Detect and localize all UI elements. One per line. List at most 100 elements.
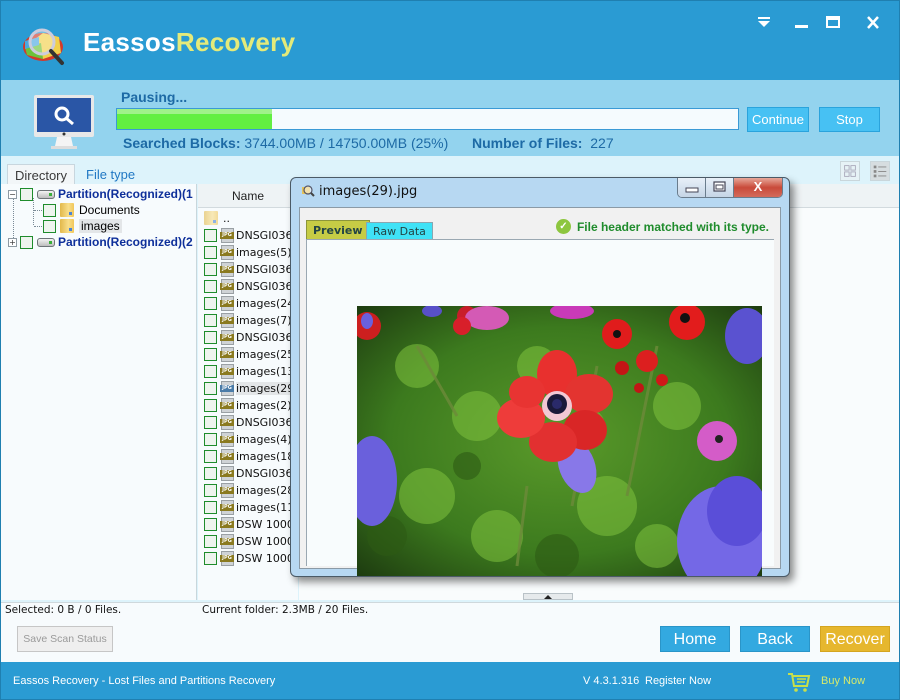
jpg-file-icon: JPG bbox=[220, 227, 234, 243]
checkbox[interactable] bbox=[204, 296, 217, 310]
file-row[interactable]: JPG DNSGI0368 bbox=[204, 278, 298, 294]
tree-item-partition-2[interactable]: + Partition(Recognized)(2 bbox=[8, 234, 193, 250]
file-row[interactable]: JPG DNSGI0368 bbox=[204, 465, 298, 481]
file-name: DNSGI0368 bbox=[236, 466, 298, 480]
file-row[interactable]: JPG DNSGI0368 bbox=[204, 227, 298, 243]
file-row[interactable]: JPG DNSGI0368 bbox=[204, 329, 298, 345]
file-name: DNSGI0368 bbox=[236, 415, 298, 429]
column-header-name[interactable]: Name bbox=[198, 184, 298, 208]
file-name: images(28) bbox=[236, 483, 298, 497]
dialog-close-button[interactable]: X bbox=[734, 178, 782, 197]
close-icon: X bbox=[753, 179, 763, 194]
home-button[interactable]: Home bbox=[660, 626, 730, 652]
jpg-file-icon: JPG bbox=[220, 312, 234, 328]
checkbox[interactable] bbox=[204, 415, 217, 429]
thumbnail-view-button[interactable] bbox=[840, 161, 860, 181]
checkbox[interactable] bbox=[204, 245, 217, 259]
file-name: images(18) bbox=[236, 449, 298, 463]
checkbox[interactable] bbox=[204, 466, 217, 480]
file-row[interactable]: JPG images(29) bbox=[204, 380, 298, 396]
register-now-link[interactable]: Register Now bbox=[645, 675, 711, 687]
file-row[interactable]: JPG DSW 10001 bbox=[204, 516, 298, 532]
list-view-icon bbox=[873, 165, 887, 178]
file-row[interactable]: JPG images(13) bbox=[204, 363, 298, 379]
file-row[interactable]: JPG images(2).j bbox=[204, 397, 298, 413]
save-scan-status-button[interactable]: Save Scan Status bbox=[17, 626, 113, 652]
jpg-file-icon: JPG bbox=[220, 261, 234, 277]
file-row[interactable]: JPG images(7).j bbox=[204, 312, 298, 328]
scan-status-panel: Pausing... Searched Blocks: 3744.00MB / … bbox=[0, 80, 900, 156]
checkbox[interactable] bbox=[204, 262, 217, 276]
scan-progress-fill bbox=[117, 109, 273, 129]
dialog-title: images(29).jpg bbox=[319, 184, 418, 199]
title-bar: EassosRecovery bbox=[0, 0, 900, 80]
tab-directory[interactable]: Directory bbox=[7, 164, 76, 186]
file-list: Name .. JPG DNSGI0368 JPG images(5).j JPG DNS… bbox=[198, 184, 298, 600]
file-row[interactable]: JPG DSW 10001 bbox=[204, 533, 298, 549]
checkbox[interactable] bbox=[43, 203, 56, 217]
stop-button[interactable]: Stop bbox=[819, 107, 880, 132]
tree-item-images[interactable]: images bbox=[43, 218, 122, 234]
file-row[interactable]: JPG images(5).j bbox=[204, 244, 298, 260]
dialog-body: Preview Raw Data ✓ File header matched w… bbox=[299, 207, 781, 576]
tree-item-documents[interactable]: Documents bbox=[43, 202, 140, 218]
checkbox[interactable] bbox=[204, 432, 217, 446]
file-row[interactable]: JPG DNSGI0368 bbox=[204, 414, 298, 430]
file-row[interactable]: JPG images(4).j bbox=[204, 431, 298, 447]
file-name: images(11) bbox=[236, 500, 298, 514]
shopping-cart-icon[interactable] bbox=[787, 671, 811, 693]
list-view-button[interactable] bbox=[870, 161, 890, 181]
checkbox[interactable] bbox=[20, 187, 33, 201]
checkbox[interactable] bbox=[204, 398, 217, 412]
collapse-icon[interactable]: − bbox=[8, 189, 17, 199]
minimize-button[interactable] bbox=[788, 11, 814, 35]
maximize-button[interactable] bbox=[820, 11, 846, 35]
continue-button[interactable]: Continue bbox=[747, 107, 809, 132]
back-button[interactable]: Back bbox=[740, 626, 810, 652]
tab-file-type[interactable]: File type bbox=[79, 164, 142, 186]
checkbox[interactable] bbox=[43, 219, 56, 233]
searched-blocks: Searched Blocks: 3744.00MB / 14750.00MB … bbox=[123, 135, 449, 151]
tab-raw-data[interactable]: Raw Data bbox=[366, 222, 433, 239]
checkbox[interactable] bbox=[204, 500, 217, 514]
file-name: DNSGI0368 bbox=[236, 330, 298, 344]
jpg-file-icon: JPG bbox=[220, 414, 234, 430]
file-row[interactable]: JPG images(18) bbox=[204, 448, 298, 464]
jpg-file-icon: JPG bbox=[220, 278, 234, 294]
checkbox[interactable] bbox=[204, 313, 217, 327]
checkbox[interactable] bbox=[204, 381, 217, 395]
checkbox[interactable] bbox=[204, 347, 217, 361]
file-name: DSW 10001 bbox=[236, 551, 298, 565]
dialog-minimize-button[interactable] bbox=[678, 178, 706, 197]
tab-preview[interactable]: Preview bbox=[306, 220, 370, 239]
buy-now-link[interactable]: Buy Now bbox=[821, 675, 865, 687]
preview-content-area bbox=[306, 239, 774, 576]
checkbox[interactable] bbox=[204, 517, 217, 531]
parent-folder-row[interactable]: .. bbox=[204, 210, 230, 226]
checkbox[interactable] bbox=[204, 449, 217, 463]
checkbox[interactable] bbox=[204, 483, 217, 497]
tree-item-partition-1[interactable]: − Partition(Recognized)(1 bbox=[8, 186, 193, 202]
file-row[interactable]: JPG DSW 10001 bbox=[204, 550, 298, 566]
checkbox[interactable] bbox=[204, 534, 217, 548]
file-row[interactable]: JPG DNSGI0368 bbox=[204, 261, 298, 277]
checkbox[interactable] bbox=[20, 235, 33, 249]
panel-splitter-toggle[interactable] bbox=[523, 593, 573, 600]
menu-dropdown-button[interactable] bbox=[751, 11, 777, 35]
checkbox[interactable] bbox=[204, 279, 217, 293]
file-row[interactable]: JPG images(24) bbox=[204, 295, 298, 311]
expand-icon[interactable]: + bbox=[8, 237, 17, 247]
recover-button[interactable]: Recover bbox=[820, 626, 890, 652]
dialog-maximize-button[interactable] bbox=[706, 178, 734, 197]
checkbox[interactable] bbox=[204, 330, 217, 344]
checkbox[interactable] bbox=[204, 228, 217, 242]
file-row[interactable]: JPG images(11) bbox=[204, 499, 298, 515]
jpg-file-icon: JPG bbox=[220, 295, 234, 311]
file-name: images(25) bbox=[236, 347, 298, 361]
file-row[interactable]: JPG images(28) bbox=[204, 482, 298, 498]
file-row[interactable]: JPG images(25) bbox=[204, 346, 298, 362]
close-button[interactable] bbox=[860, 11, 886, 35]
checkbox[interactable] bbox=[204, 364, 217, 378]
folder-icon bbox=[60, 203, 74, 217]
checkbox[interactable] bbox=[204, 551, 217, 565]
